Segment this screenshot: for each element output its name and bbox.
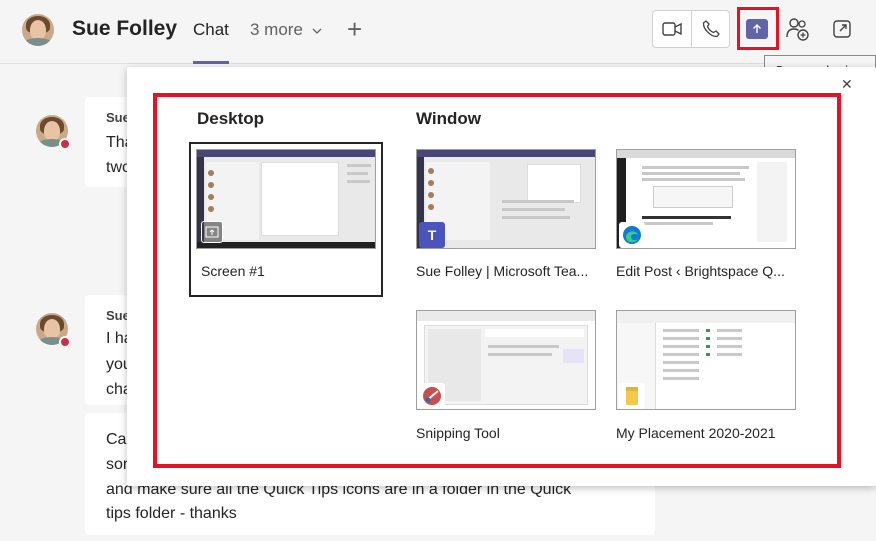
share-screen-icon (201, 221, 223, 243)
window-thumbnail-teams[interactable]: T (416, 149, 596, 249)
desktop-section-title: Desktop (197, 109, 265, 128)
phone-icon (702, 20, 720, 38)
share-screen-icon (753, 24, 761, 33)
message-text: sor (106, 456, 129, 473)
more-tabs-label: 3 more (250, 20, 303, 39)
desktop-thumbnail (196, 149, 376, 249)
presence-busy-icon (59, 138, 71, 150)
chat-header: Sue Folley Chat 3 more + (0, 0, 876, 64)
add-people-icon (786, 18, 809, 41)
snipping-tool-icon (419, 383, 445, 409)
window-section-title: Window (416, 109, 481, 128)
call-buttons (652, 10, 730, 48)
audio-call-button[interactable] (692, 11, 730, 47)
add-people-button[interactable] (785, 15, 811, 43)
close-icon[interactable]: ✕ (841, 76, 853, 93)
active-tab-indicator (193, 61, 229, 64)
window-tile-label: Sue Folley | Microsoft Tea... (416, 263, 589, 279)
video-call-button[interactable] (653, 11, 691, 47)
message-text: tips folder - thanks (106, 505, 237, 522)
avatar[interactable] (22, 14, 54, 46)
window-thumbnail-file-explorer[interactable] (616, 310, 796, 410)
window-tile-label: Snipping Tool (416, 425, 500, 441)
presence-busy-icon (59, 336, 71, 348)
desktop-tile-label: Screen #1 (201, 263, 265, 279)
window-tile-label: My Placement 2020-2021 (616, 425, 776, 441)
add-tab-button[interactable]: + (347, 14, 362, 45)
chevron-down-icon (312, 28, 322, 34)
pop-out-icon (833, 20, 851, 38)
more-tabs-dropdown[interactable]: 3 more (250, 20, 322, 40)
pop-out-button[interactable] (830, 16, 854, 42)
video-camera-icon (662, 22, 682, 36)
tab-chat[interactable]: Chat (193, 20, 229, 40)
screen-share-button[interactable] (746, 19, 768, 39)
window-thumbnail-edge[interactable] (616, 149, 796, 249)
edge-browser-icon (619, 222, 645, 248)
teams-icon: T (419, 222, 445, 248)
folder-icon (619, 383, 645, 409)
contact-name: Sue Folley (72, 17, 178, 40)
window-tile-label: Edit Post ‹ Brightspace Q... (616, 263, 785, 279)
window-thumbnail-snipping-tool[interactable] (416, 310, 596, 410)
